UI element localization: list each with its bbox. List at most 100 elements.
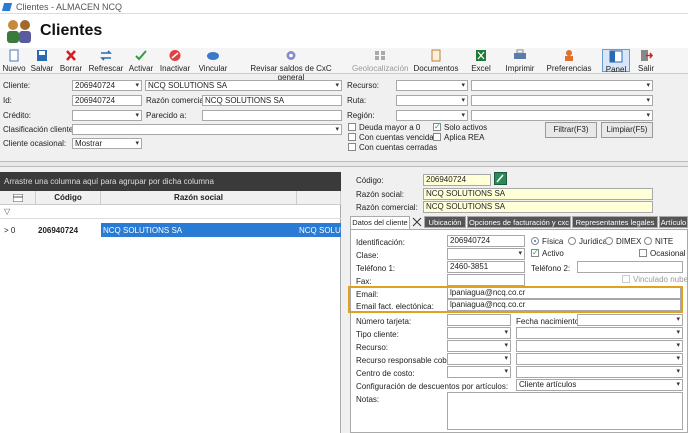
fecha-nacimiento-select[interactable] xyxy=(577,314,683,326)
cliente-select[interactable]: 206940724 xyxy=(72,80,142,91)
save-icon xyxy=(37,50,47,61)
expand-icon[interactable] xyxy=(412,217,422,227)
id-input[interactable]: 206940724 xyxy=(72,95,142,106)
solo-activos-checkbox[interactable] xyxy=(433,122,441,131)
refresh-icon xyxy=(100,50,112,61)
excel-button[interactable]: Excel xyxy=(466,49,496,73)
link-button[interactable]: Vincular xyxy=(195,49,231,73)
razon-social-label: Razón social: xyxy=(356,190,405,199)
notas-textarea[interactable] xyxy=(447,392,683,430)
notas-label: Notas: xyxy=(356,395,380,404)
geolocation-button[interactable]: Geolocalización xyxy=(352,49,408,73)
codigo-input[interactable]: 206940724 xyxy=(423,174,491,186)
inactivate-button[interactable]: Inactivar xyxy=(158,49,192,73)
filter-button[interactable]: Filtrar(F3) xyxy=(545,122,597,138)
clasificacion-select[interactable] xyxy=(72,124,342,135)
recurso-resp-select[interactable] xyxy=(447,353,511,365)
tab-ubicacion[interactable]: Ubicación xyxy=(424,216,466,228)
recurso-resp-name-select[interactable] xyxy=(516,353,683,365)
page-title: Clientes xyxy=(40,22,103,39)
tab-representantes[interactable]: Representantes legales xyxy=(572,216,658,228)
tipo-cliente-select[interactable] xyxy=(447,327,511,339)
aplica-rea-checkbox[interactable] xyxy=(433,133,441,141)
vencidas-checkbox[interactable] xyxy=(348,133,356,141)
fax-input[interactable] xyxy=(447,274,525,286)
region-select[interactable] xyxy=(396,110,468,121)
table-row[interactable]: > 0 206940724 NCQ SOLUTIONS SA NCQ SOLUT… xyxy=(0,223,341,237)
print-button[interactable]: Imprimir xyxy=(502,49,538,73)
delete-button[interactable]: Borrar xyxy=(58,49,84,73)
cliente-name-select[interactable]: NCQ SOLUTIONS SA xyxy=(145,80,342,91)
column-header-codigo[interactable]: Código xyxy=(36,191,101,205)
config-desc-select[interactable]: Cliente artículos xyxy=(516,379,683,391)
ruta-select[interactable] xyxy=(396,95,468,106)
deuda-checkbox[interactable] xyxy=(348,123,356,131)
clear-button[interactable]: Limpiar(F5) xyxy=(601,122,653,138)
region-label: Región: xyxy=(347,111,375,120)
preferences-icon xyxy=(565,50,573,61)
recurso-select[interactable] xyxy=(396,80,468,91)
review-balances-button[interactable]: Revisar saldos de CxC general xyxy=(238,49,344,82)
documents-button[interactable]: Documentos xyxy=(412,49,460,73)
ocasional-select[interactable]: Mostrar xyxy=(72,138,142,149)
fecha-nacimiento-label: Fecha nacimiento: xyxy=(516,317,582,326)
numero-tarjeta-input[interactable] xyxy=(447,314,511,326)
clasificacion-label: Clasificación cliente: xyxy=(3,125,76,134)
deuda-label: Deuda mayor a 0 xyxy=(359,123,421,132)
clase-select[interactable] xyxy=(447,248,525,260)
centro-costo-select[interactable] xyxy=(447,366,511,378)
razon-input[interactable]: NCQ SOLUTIONS SA xyxy=(202,95,342,106)
recurso-detail-name-select[interactable] xyxy=(516,340,683,352)
save-button[interactable]: Salvar xyxy=(29,49,55,73)
filter-icon: ▽ xyxy=(4,207,11,216)
razon-social-input[interactable]: NCQ SOLUTIONS SA xyxy=(423,188,653,200)
tab-datos-cliente[interactable]: Datos del cliente xyxy=(350,216,410,229)
printer-icon xyxy=(514,49,526,59)
parecido-label: Parecido a: xyxy=(146,111,187,120)
tipo-cliente-name-select[interactable] xyxy=(516,327,683,339)
region-name-select[interactable] xyxy=(471,110,653,121)
vinculado-checkbox[interactable] xyxy=(622,275,630,283)
column-header-razon[interactable]: Razón social xyxy=(101,191,297,205)
exit-icon xyxy=(641,50,653,61)
column-chooser[interactable] xyxy=(0,191,36,205)
recurso-name-select[interactable] xyxy=(471,80,653,91)
panel-icon xyxy=(609,50,623,63)
page-header: Clientes xyxy=(0,14,688,48)
recurso-detail-select[interactable] xyxy=(447,340,511,352)
refresh-button[interactable]: Refrescar xyxy=(88,49,124,73)
panel-button[interactable]: Panel xyxy=(602,49,630,74)
recurso-resp-label: Recurso responsable cobro: xyxy=(356,356,457,365)
tab-opciones-facturacion[interactable]: Opciones de facturación y cxc xyxy=(467,216,571,228)
group-by-hint[interactable]: Arrastre una columna aquí para agrupar p… xyxy=(0,172,341,191)
cloud-icon xyxy=(207,52,219,60)
edit-icon[interactable] xyxy=(494,172,507,185)
column-header-extra[interactable] xyxy=(297,191,341,205)
tab-articulo[interactable]: Artículo xyxy=(659,216,688,228)
juridica-radio[interactable] xyxy=(568,237,576,245)
parecido-input[interactable] xyxy=(202,110,342,121)
codigo-label: Código: xyxy=(356,176,384,185)
fisica-radio[interactable] xyxy=(531,237,539,245)
new-button[interactable]: Nuevo xyxy=(2,49,26,73)
nite-label: NITE xyxy=(655,237,674,246)
razon-comercial-input[interactable]: NCQ SOLUTIONS SA xyxy=(423,201,653,213)
cliente-label: Cliente: xyxy=(3,81,31,90)
telefono1-input[interactable]: 2460-3851 xyxy=(447,261,525,273)
filter-row[interactable]: ▽ xyxy=(0,205,341,219)
dimex-radio[interactable] xyxy=(605,237,613,245)
activate-button[interactable]: Activar xyxy=(127,49,155,73)
preferences-button[interactable]: Preferencias xyxy=(544,49,594,73)
new-document-icon xyxy=(9,49,19,62)
ocasional-checkbox[interactable] xyxy=(639,249,647,257)
cerradas-checkbox[interactable] xyxy=(348,143,356,151)
credito-select[interactable] xyxy=(72,110,142,121)
activo-checkbox[interactable] xyxy=(531,248,539,257)
ruta-label: Ruta: xyxy=(347,96,367,105)
nite-radio[interactable] xyxy=(644,237,652,245)
ruta-name-select[interactable] xyxy=(471,95,653,106)
identificacion-input[interactable]: 206940724 xyxy=(447,235,525,247)
centro-costo-name-select[interactable] xyxy=(516,366,683,378)
exit-button[interactable]: Salir xyxy=(634,49,658,73)
telefono2-input[interactable] xyxy=(577,261,683,273)
